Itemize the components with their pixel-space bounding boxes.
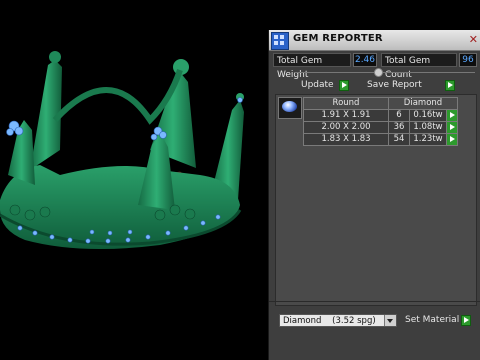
row-select-button[interactable]	[446, 121, 458, 134]
table-row[interactable]: 1.83 X 1.83 54 1.23tw	[303, 133, 458, 146]
row-size: 2.00 X 2.00	[303, 121, 389, 134]
table-row[interactable]: 2.00 X 2.00 36 1.08tw	[303, 121, 458, 134]
3d-viewport[interactable]	[0, 0, 268, 360]
crown-band	[0, 165, 240, 249]
row-weight: 0.16tw	[409, 109, 447, 122]
chevron-down-icon[interactable]	[384, 315, 396, 326]
total-count-label: Total Gem Count	[381, 53, 457, 80]
column-header-shape: Round	[303, 97, 389, 110]
column-header-stone: Diamond	[388, 97, 458, 110]
table-row[interactable]: 1.91 X 1.91 6 0.16tw	[303, 109, 458, 122]
save-report-button[interactable]	[445, 80, 455, 91]
row-count: 54	[388, 133, 410, 146]
row-count: 6	[388, 109, 410, 122]
row-count: 36	[388, 121, 410, 134]
divider	[269, 301, 480, 302]
set-material-button[interactable]	[461, 315, 471, 326]
title-bar[interactable]: GEM REPORTER ✕	[269, 30, 480, 51]
material-select-value: Diamond (3.52 spg)	[283, 316, 376, 326]
total-count-value: 96	[459, 53, 477, 67]
gem-thumbnail[interactable]	[278, 97, 302, 119]
set-material-label: Set Material	[405, 315, 460, 325]
total-weight-label: Total Gem Weight	[273, 53, 351, 80]
gem-table: Round Diamond 1.91 X 1.91 6 0.16tw 2.00 …	[303, 97, 458, 146]
update-button[interactable]	[339, 80, 349, 91]
save-report-label: Save Report	[367, 80, 422, 90]
slider-handle[interactable]	[374, 68, 383, 77]
slider-track	[295, 72, 475, 73]
row-weight: 1.08tw	[409, 121, 447, 134]
row-size: 1.91 X 1.91	[303, 109, 389, 122]
row-select-button[interactable]	[446, 109, 458, 122]
row-select-button[interactable]	[446, 133, 458, 146]
window-title: GEM REPORTER	[293, 33, 383, 44]
row-weight: 1.23tw	[409, 133, 447, 146]
total-weight-value: 2.46	[353, 53, 377, 67]
crown-arch-back	[52, 69, 183, 125]
round-diamond-icon	[282, 101, 297, 112]
row-size: 1.83 X 1.83	[303, 133, 389, 146]
gem-reporter-panel: GEM REPORTER ✕ Total Gem Weight 2.46 Tot…	[268, 30, 480, 360]
gem-table-area: Round Diamond 1.91 X 1.91 6 0.16tw 2.00 …	[275, 94, 477, 306]
gem-reporter-app-icon	[271, 32, 289, 50]
update-label: Update	[301, 80, 334, 90]
material-select[interactable]: Diamond (3.52 spg)	[279, 314, 397, 327]
close-icon[interactable]: ✕	[469, 33, 478, 46]
crown-render	[0, 51, 244, 249]
